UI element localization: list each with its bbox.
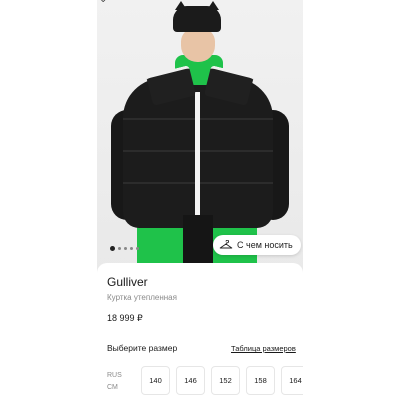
product-subtitle: Куртка утепленная xyxy=(107,293,177,302)
gallery-dot[interactable] xyxy=(130,247,133,250)
size-system-unit: СМ xyxy=(107,384,118,391)
product-price: 18 999 ₽ xyxy=(107,313,143,323)
size-system-label: RUS СМ xyxy=(107,370,122,394)
brand-name: Gulliver xyxy=(107,275,148,289)
size-option[interactable]: 146 xyxy=(176,366,205,395)
product-screen: ⌄ С чем носить xyxy=(97,0,303,400)
gallery-dot[interactable] xyxy=(124,247,127,250)
cat-ear-hat xyxy=(173,1,221,32)
size-option[interactable]: 152 xyxy=(211,366,240,395)
what-to-wear-label: С чем носить xyxy=(237,240,293,250)
jacket-zipper xyxy=(195,92,200,228)
gallery-pagination xyxy=(110,246,139,251)
gallery-dot[interactable] xyxy=(118,247,121,250)
size-option[interactable]: 164 xyxy=(281,366,303,395)
size-section-title: Выберите размер xyxy=(107,343,178,353)
size-options: 140 146 152 158 164 xyxy=(141,366,303,395)
gallery-dot[interactable] xyxy=(110,246,115,251)
what-to-wear-button[interactable]: С чем носить xyxy=(213,235,301,255)
hat-ear-left xyxy=(175,1,187,10)
size-table-link[interactable]: Таблица размеров xyxy=(231,344,296,353)
model-face xyxy=(181,28,215,62)
size-system-rus: RUS xyxy=(107,372,122,379)
size-option[interactable]: 140 xyxy=(141,366,170,395)
hanger-icon xyxy=(219,240,233,249)
gallery-dot[interactable] xyxy=(136,247,139,250)
hat-ear-right xyxy=(207,1,219,10)
status-indicator: ⌄ xyxy=(99,0,107,5)
size-option[interactable]: 158 xyxy=(246,366,275,395)
product-photo[interactable]: ⌄ С чем носить xyxy=(97,0,303,275)
product-info-sheet: Gulliver Куртка утепленная 18 999 ₽ Выбе… xyxy=(97,263,303,400)
